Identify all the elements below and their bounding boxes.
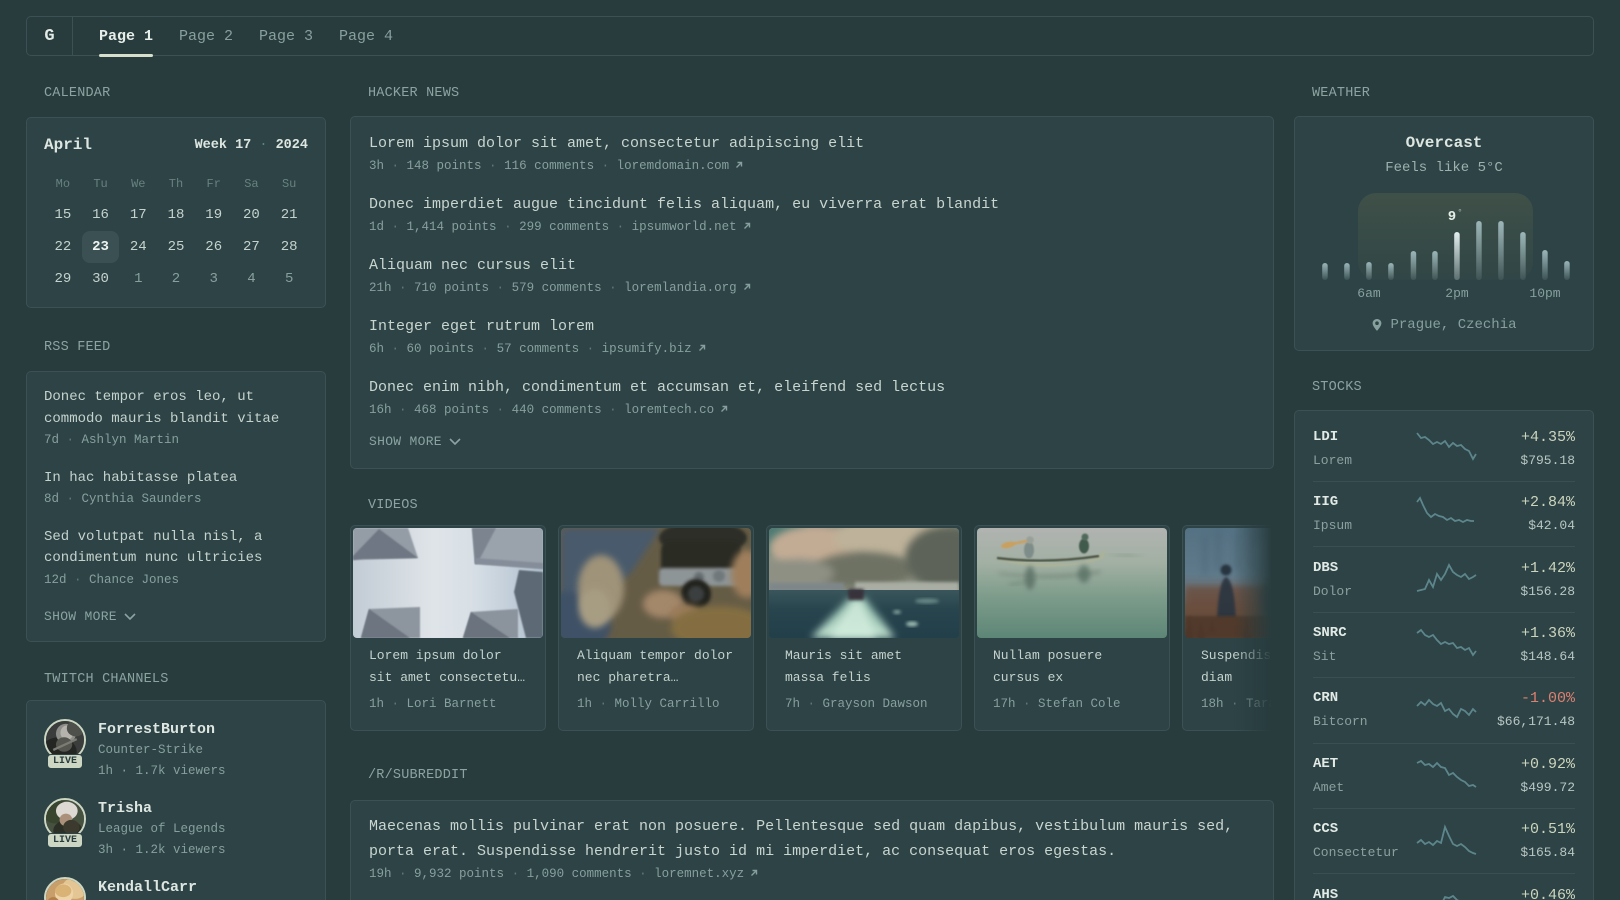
svg-text:°: ° [1457, 208, 1462, 218]
svg-text:9: 9 [1448, 209, 1456, 225]
svg-text:10pm: 10pm [1529, 286, 1560, 301]
svg-text:6am: 6am [1357, 286, 1381, 301]
svg-text:2pm: 2pm [1445, 286, 1469, 301]
